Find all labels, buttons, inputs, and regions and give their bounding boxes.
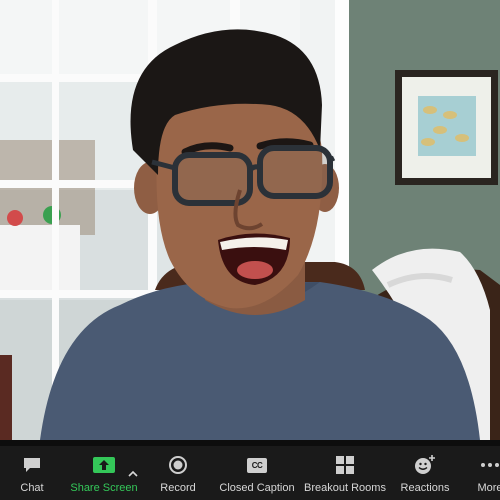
chat-icon	[22, 452, 42, 478]
video-frame	[0, 0, 500, 440]
closed-caption-button[interactable]: CC Closed Caption	[214, 446, 300, 500]
breakout-rooms-button[interactable]: Breakout Rooms	[304, 446, 386, 500]
record-icon	[168, 452, 188, 478]
closed-caption-icon: CC	[247, 452, 267, 478]
share-screen-icon	[93, 452, 115, 478]
closed-caption-label: Closed Caption	[219, 482, 295, 494]
more-label: More	[477, 482, 500, 494]
cc-glyph: CC	[251, 460, 263, 470]
breakout-rooms-label: Breakout Rooms	[304, 482, 386, 494]
reactions-label: Reactions	[400, 482, 450, 494]
reactions-button[interactable]: Reactions	[398, 446, 452, 500]
more-button[interactable]: More	[470, 446, 500, 500]
participant-video	[0, 0, 500, 440]
share-screen-label: Share Screen	[70, 482, 138, 494]
chat-button[interactable]: Chat	[12, 446, 52, 500]
meeting-toolbar: Chat Share Screen Record CC Closed Capti…	[0, 446, 500, 500]
wall-picture	[395, 70, 498, 185]
breakout-rooms-icon	[336, 452, 354, 478]
more-icon	[480, 452, 500, 478]
chat-label: Chat	[20, 482, 44, 494]
record-button[interactable]: Record	[155, 446, 201, 500]
reactions-icon	[414, 452, 436, 478]
share-screen-options-chevron-up-icon[interactable]	[127, 466, 139, 477]
record-label: Record	[160, 482, 196, 494]
video-call-window: Chat Share Screen Record CC Closed Capti…	[0, 0, 500, 500]
